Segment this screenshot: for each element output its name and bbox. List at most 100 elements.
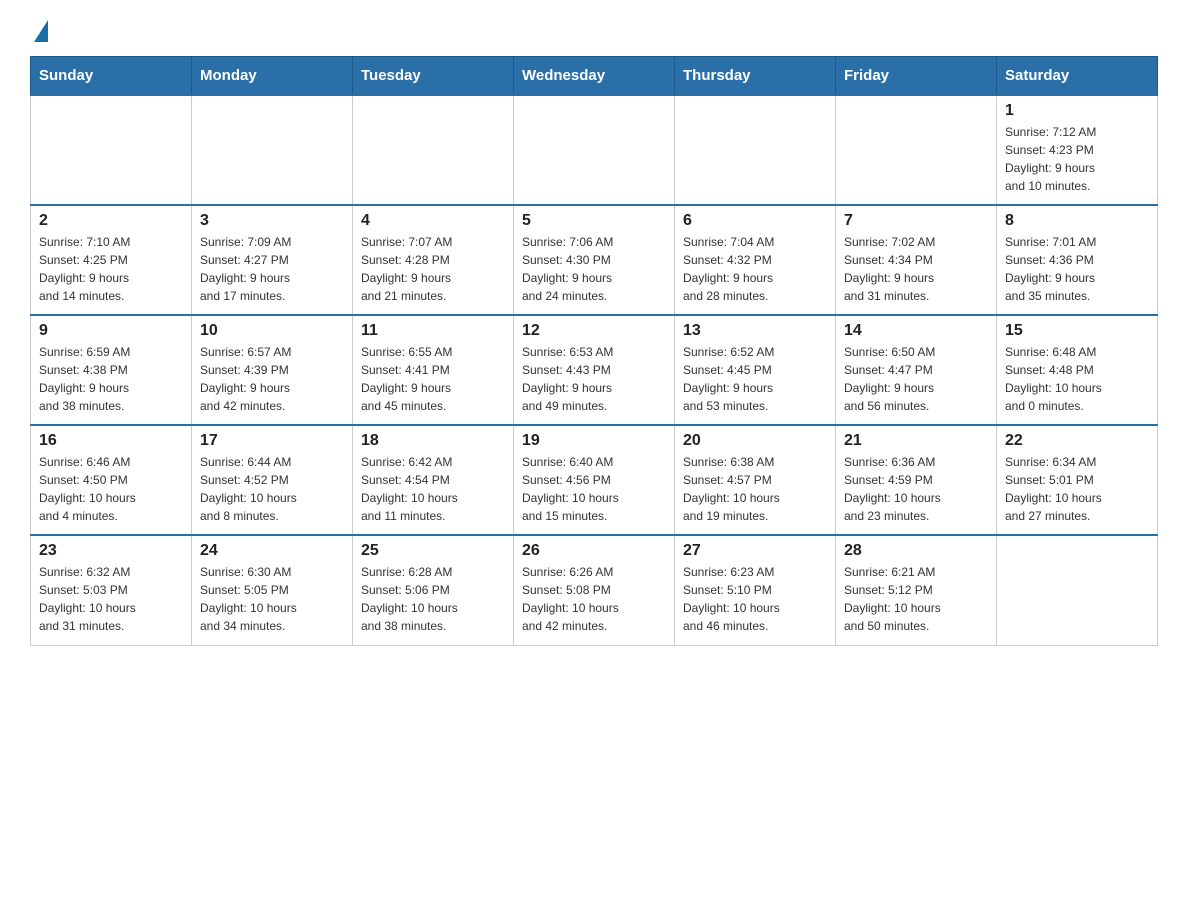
weekday-header-saturday: Saturday xyxy=(997,57,1158,96)
day-info: Sunrise: 7:12 AM Sunset: 4:23 PM Dayligh… xyxy=(1005,123,1149,195)
weekday-header-friday: Friday xyxy=(836,57,997,96)
calendar-cell: 7Sunrise: 7:02 AM Sunset: 4:34 PM Daylig… xyxy=(836,205,997,315)
calendar-cell xyxy=(31,95,192,205)
weekday-header-wednesday: Wednesday xyxy=(514,57,675,96)
calendar-cell: 27 Sunrise: 6:23 AM Sunset: 5:10 PM Dayli… xyxy=(675,535,836,645)
day-info: Sunrise: 6:57 AM Sunset: 4:39 PM Dayligh… xyxy=(200,343,344,415)
day-number: 1 xyxy=(1005,102,1149,120)
calendar-cell: 13 Sunrise: 6:52 AM Sunset: 4:45 PM Dayli… xyxy=(675,315,836,425)
day-info: Sunrise: 6:48 AM Sunset: 4:48 PM Dayligh… xyxy=(1005,343,1149,415)
day-number: 2 xyxy=(39,212,183,230)
day-info: Sunrise: 6:52 AM Sunset: 4:45 PM Dayligh… xyxy=(683,343,827,415)
calendar-cell: 12 Sunrise: 6:53 AM Sunset: 4:43 PM Dayli… xyxy=(514,315,675,425)
day-info: Sunrise: 7:07 AM Sunset: 4:28 PM Dayligh… xyxy=(361,233,505,305)
day-info: Sunrise: 6:44 AM Sunset: 4:52 PM Dayligh… xyxy=(200,453,344,525)
day-info: Sunrise: 6:53 AM Sunset: 4:43 PM Dayligh… xyxy=(522,343,666,415)
calendar-cell: 9 Sunrise: 6:59 AM Sunset: 4:38 PM Daylig… xyxy=(31,315,192,425)
day-info: Sunrise: 6:23 AM Sunset: 5:10 PM Dayligh… xyxy=(683,563,827,635)
calendar-cell: 1 Sunrise: 7:12 AM Sunset: 4:23 PM Daylig… xyxy=(997,95,1158,205)
day-number: 21 xyxy=(844,432,988,450)
day-info: Sunrise: 7:09 AM Sunset: 4:27 PM Dayligh… xyxy=(200,233,344,305)
calendar-week-0: 1 Sunrise: 7:12 AM Sunset: 4:23 PM Daylig… xyxy=(31,95,1158,205)
day-number: 22 xyxy=(1005,432,1149,450)
calendar-week-3: 16Sunrise: 6:46 AM Sunset: 4:50 PM Dayli… xyxy=(31,425,1158,535)
calendar-cell: 17 Sunrise: 6:44 AM Sunset: 4:52 PM Dayli… xyxy=(192,425,353,535)
calendar-cell: 22 Sunrise: 6:34 AM Sunset: 5:01 PM Dayli… xyxy=(997,425,1158,535)
calendar-cell: 3 Sunrise: 7:09 AM Sunset: 4:27 PM Daylig… xyxy=(192,205,353,315)
calendar-week-2: 9 Sunrise: 6:59 AM Sunset: 4:38 PM Daylig… xyxy=(31,315,1158,425)
calendar-cell: 16Sunrise: 6:46 AM Sunset: 4:50 PM Dayli… xyxy=(31,425,192,535)
day-number: 10 xyxy=(200,322,344,340)
calendar-cell: 26 Sunrise: 6:26 AM Sunset: 5:08 PM Dayli… xyxy=(514,535,675,645)
calendar-week-4: 23 Sunrise: 6:32 AM Sunset: 5:03 PM Dayli… xyxy=(31,535,1158,645)
calendar-cell: 23 Sunrise: 6:32 AM Sunset: 5:03 PM Dayli… xyxy=(31,535,192,645)
day-number: 19 xyxy=(522,432,666,450)
day-number: 5 xyxy=(522,212,666,230)
calendar-cell xyxy=(514,95,675,205)
day-info: Sunrise: 6:59 AM Sunset: 4:38 PM Dayligh… xyxy=(39,343,183,415)
calendar-cell xyxy=(353,95,514,205)
day-number: 4 xyxy=(361,212,505,230)
day-info: Sunrise: 7:01 AM Sunset: 4:36 PM Dayligh… xyxy=(1005,233,1149,305)
day-number: 11 xyxy=(361,322,505,340)
day-info: Sunrise: 6:28 AM Sunset: 5:06 PM Dayligh… xyxy=(361,563,505,635)
weekday-header-monday: Monday xyxy=(192,57,353,96)
day-info: Sunrise: 6:26 AM Sunset: 5:08 PM Dayligh… xyxy=(522,563,666,635)
day-info: Sunrise: 6:34 AM Sunset: 5:01 PM Dayligh… xyxy=(1005,453,1149,525)
calendar-cell xyxy=(997,535,1158,645)
day-info: Sunrise: 6:32 AM Sunset: 5:03 PM Dayligh… xyxy=(39,563,183,635)
calendar-cell: 14Sunrise: 6:50 AM Sunset: 4:47 PM Dayli… xyxy=(836,315,997,425)
day-number: 28 xyxy=(844,542,988,560)
weekday-header-row: SundayMondayTuesdayWednesdayThursdayFrid… xyxy=(31,57,1158,96)
calendar-cell: 20Sunrise: 6:38 AM Sunset: 4:57 PM Dayli… xyxy=(675,425,836,535)
day-number: 15 xyxy=(1005,322,1149,340)
weekday-header-tuesday: Tuesday xyxy=(353,57,514,96)
day-number: 6 xyxy=(683,212,827,230)
day-info: Sunrise: 7:06 AM Sunset: 4:30 PM Dayligh… xyxy=(522,233,666,305)
day-number: 8 xyxy=(1005,212,1149,230)
logo-triangle-icon xyxy=(34,20,48,42)
calendar-cell: 24 Sunrise: 6:30 AM Sunset: 5:05 PM Dayli… xyxy=(192,535,353,645)
day-info: Sunrise: 6:55 AM Sunset: 4:41 PM Dayligh… xyxy=(361,343,505,415)
calendar-cell: 25 Sunrise: 6:28 AM Sunset: 5:06 PM Dayli… xyxy=(353,535,514,645)
day-info: Sunrise: 7:02 AM Sunset: 4:34 PM Dayligh… xyxy=(844,233,988,305)
calendar-cell: 6 Sunrise: 7:04 AM Sunset: 4:32 PM Daylig… xyxy=(675,205,836,315)
calendar-cell xyxy=(836,95,997,205)
calendar-cell: 10 Sunrise: 6:57 AM Sunset: 4:39 PM Dayli… xyxy=(192,315,353,425)
day-info: Sunrise: 6:21 AM Sunset: 5:12 PM Dayligh… xyxy=(844,563,988,635)
day-number: 9 xyxy=(39,322,183,340)
day-info: Sunrise: 6:42 AM Sunset: 4:54 PM Dayligh… xyxy=(361,453,505,525)
calendar-cell: 21 Sunrise: 6:36 AM Sunset: 4:59 PM Dayli… xyxy=(836,425,997,535)
day-info: Sunrise: 6:36 AM Sunset: 4:59 PM Dayligh… xyxy=(844,453,988,525)
calendar-cell: 19 Sunrise: 6:40 AM Sunset: 4:56 PM Dayli… xyxy=(514,425,675,535)
weekday-header-thursday: Thursday xyxy=(675,57,836,96)
day-info: Sunrise: 7:04 AM Sunset: 4:32 PM Dayligh… xyxy=(683,233,827,305)
day-number: 24 xyxy=(200,542,344,560)
day-number: 20 xyxy=(683,432,827,450)
day-info: Sunrise: 6:40 AM Sunset: 4:56 PM Dayligh… xyxy=(522,453,666,525)
day-number: 13 xyxy=(683,322,827,340)
logo xyxy=(30,20,48,46)
calendar-cell: 4 Sunrise: 7:07 AM Sunset: 4:28 PM Daylig… xyxy=(353,205,514,315)
calendar-cell: 5 Sunrise: 7:06 AM Sunset: 4:30 PM Daylig… xyxy=(514,205,675,315)
day-number: 25 xyxy=(361,542,505,560)
day-info: Sunrise: 7:10 AM Sunset: 4:25 PM Dayligh… xyxy=(39,233,183,305)
day-number: 16 xyxy=(39,432,183,450)
day-number: 14 xyxy=(844,322,988,340)
day-number: 18 xyxy=(361,432,505,450)
day-number: 23 xyxy=(39,542,183,560)
day-info: Sunrise: 6:30 AM Sunset: 5:05 PM Dayligh… xyxy=(200,563,344,635)
calendar-cell xyxy=(675,95,836,205)
day-number: 27 xyxy=(683,542,827,560)
calendar-table: SundayMondayTuesdayWednesdayThursdayFrid… xyxy=(30,56,1158,646)
calendar-cell xyxy=(192,95,353,205)
calendar-cell: 28 Sunrise: 6:21 AM Sunset: 5:12 PM Dayli… xyxy=(836,535,997,645)
day-number: 12 xyxy=(522,322,666,340)
calendar-cell: 11 Sunrise: 6:55 AM Sunset: 4:41 PM Dayli… xyxy=(353,315,514,425)
day-number: 17 xyxy=(200,432,344,450)
day-number: 26 xyxy=(522,542,666,560)
calendar-cell: 15 Sunrise: 6:48 AM Sunset: 4:48 PM Dayli… xyxy=(997,315,1158,425)
day-number: 3 xyxy=(200,212,344,230)
calendar-cell: 8 Sunrise: 7:01 AM Sunset: 4:36 PM Daylig… xyxy=(997,205,1158,315)
calendar-week-1: 2 Sunrise: 7:10 AM Sunset: 4:25 PM Daylig… xyxy=(31,205,1158,315)
